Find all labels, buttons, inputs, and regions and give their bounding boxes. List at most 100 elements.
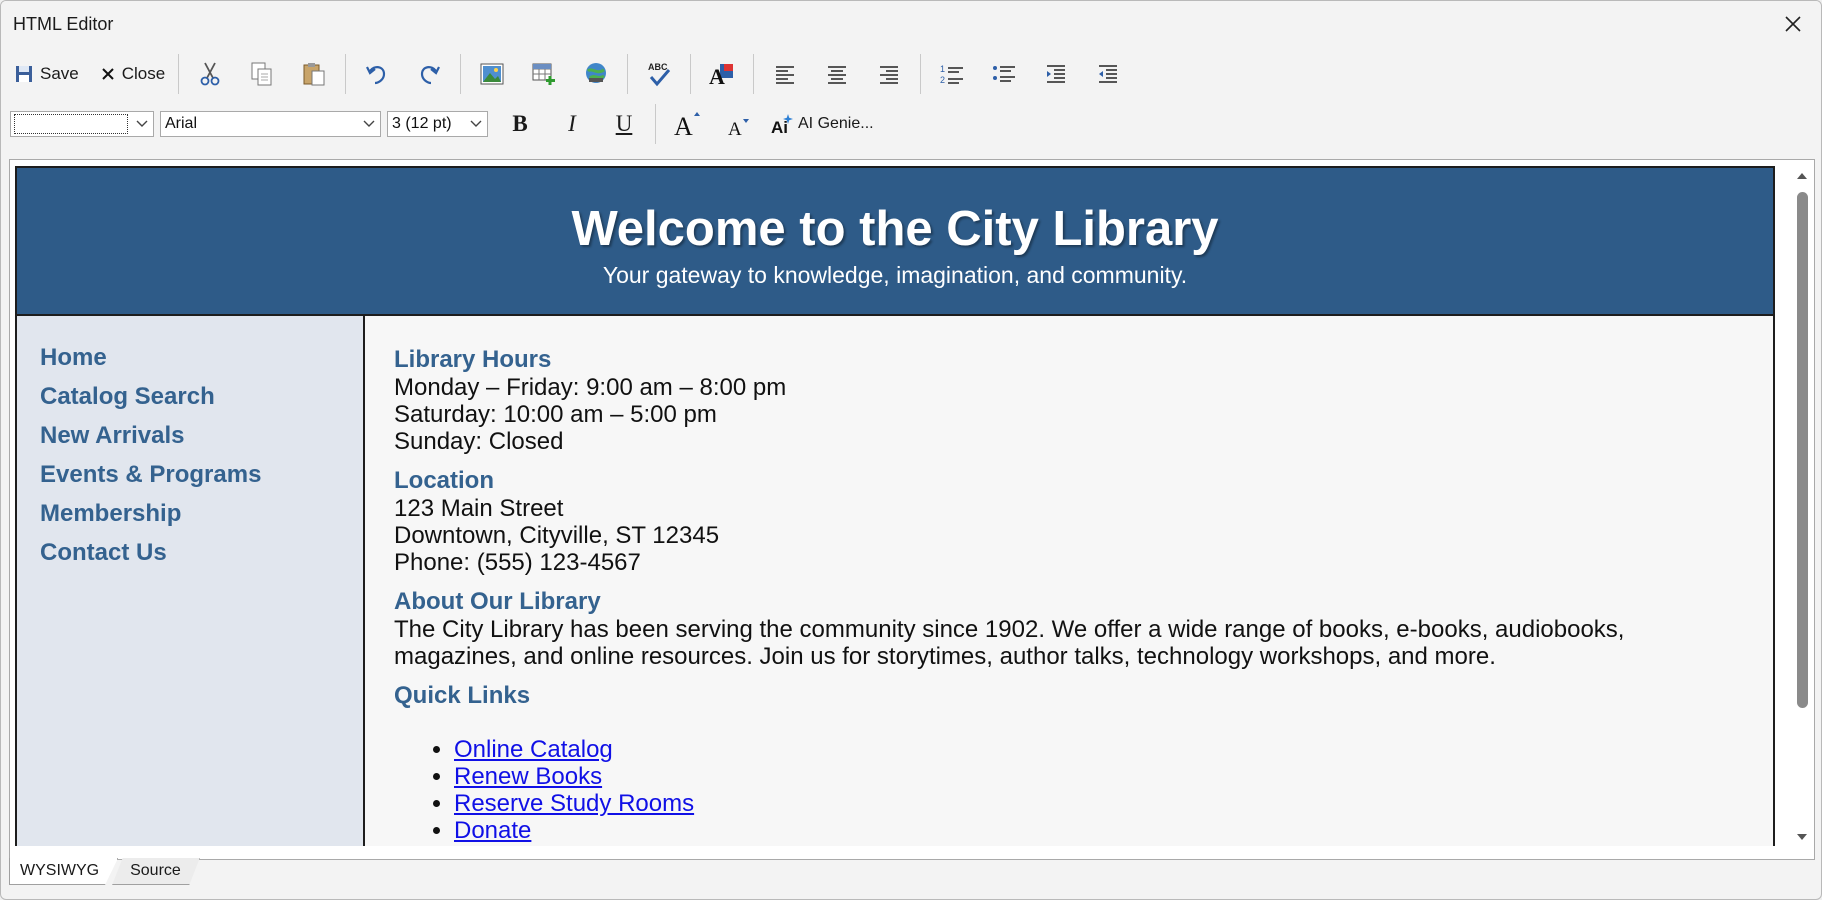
- insert-link-icon: [586, 63, 607, 83]
- ai-genie-label: AI Genie...: [798, 115, 874, 132]
- bold-button[interactable]: B: [494, 105, 546, 143]
- toolbar-separator: [690, 54, 692, 94]
- insert-table-button[interactable]: [518, 55, 570, 93]
- nav-link-membership[interactable]: Membership: [40, 494, 363, 533]
- scroll-down-icon[interactable]: [1795, 830, 1809, 844]
- increase-font-icon: A: [674, 112, 700, 138]
- svg-text:2: 2: [940, 75, 945, 85]
- tab-source[interactable]: Source: [112, 858, 200, 885]
- location-heading: Location: [394, 467, 494, 494]
- align-left-icon: [776, 66, 795, 84]
- ai-genie-button[interactable]: Ai AI Genie...: [765, 105, 880, 143]
- address-line: 123 Main Street: [394, 495, 564, 522]
- main-toolbar: Save Close ABC A 1 2: [1, 51, 1821, 97]
- undo-icon: [366, 66, 386, 85]
- vertical-scrollbar[interactable]: [1792, 166, 1812, 846]
- decrease-font-button[interactable]: A: [713, 105, 765, 143]
- address-line: Downtown, Cityville, ST 12345: [394, 522, 720, 549]
- window-title: HTML Editor: [13, 13, 114, 34]
- italic-button[interactable]: I: [546, 105, 598, 143]
- tab-wysiwyg[interactable]: WYSIWYG: [9, 858, 119, 885]
- close-icon: [1785, 16, 1801, 32]
- list-item: Online Catalog: [454, 736, 1773, 763]
- font-family-select[interactable]: Arial: [160, 111, 381, 137]
- align-center-button[interactable]: [811, 55, 863, 93]
- main-content: Library Hours Monday – Friday: 9:00 am –…: [365, 316, 1773, 846]
- underline-icon: U: [615, 111, 633, 136]
- quick-links-list: Online Catalog Renew Books Reserve Study…: [394, 736, 1773, 844]
- save-button[interactable]: Save: [7, 55, 87, 93]
- wysiwyg-editor[interactable]: Welcome to the City Library Your gateway…: [9, 159, 1815, 860]
- toolbar-separator: [655, 104, 656, 144]
- document-canvas[interactable]: Welcome to the City Library Your gateway…: [15, 166, 1775, 846]
- insert-image-icon: [480, 63, 504, 85]
- numbered-list-button[interactable]: 12: [926, 55, 978, 93]
- text-color-icon: A: [709, 64, 734, 88]
- link-renew-books[interactable]: Renew Books: [454, 763, 602, 790]
- underline-button[interactable]: U: [598, 105, 650, 143]
- chevron-down-icon: [465, 120, 487, 128]
- paste-icon: [303, 63, 325, 86]
- align-left-button[interactable]: [759, 55, 811, 93]
- close-icon: [102, 68, 114, 80]
- svg-text:A: A: [728, 119, 742, 138]
- scrollbar-thumb[interactable]: [1797, 192, 1808, 708]
- about-text: The City Library has been serving the co…: [394, 616, 1625, 670]
- page-title: Welcome to the City Library: [571, 202, 1219, 256]
- insert-table-icon: [532, 63, 556, 85]
- bullet-list-icon: [993, 66, 1016, 82]
- hours-line: Saturday: 10:00 am – 5:00 pm: [394, 401, 717, 428]
- increase-font-button[interactable]: A: [661, 105, 713, 143]
- toolbar-separator: [345, 54, 347, 94]
- redo-button[interactable]: [403, 55, 455, 93]
- close-label: Close: [121, 64, 166, 83]
- html-editor-window: HTML Editor Save Close ABC A 1 2 Arial 3…: [0, 0, 1822, 900]
- insert-link-button[interactable]: [570, 55, 622, 93]
- paragraph-style-select[interactable]: [10, 111, 154, 137]
- chevron-down-icon: [131, 120, 153, 128]
- list-item: Renew Books: [454, 763, 1773, 790]
- link-reserve-study-rooms[interactable]: Reserve Study Rooms: [454, 790, 694, 817]
- location-section: Location 123 Main Street Downtown, Cityv…: [394, 467, 1773, 576]
- close-button[interactable]: Close: [93, 55, 173, 93]
- copy-button[interactable]: [236, 55, 288, 93]
- page-subtitle: Your gateway to knowledge, imagination, …: [602, 262, 1188, 288]
- paste-button[interactable]: [288, 55, 340, 93]
- cut-button[interactable]: [184, 55, 236, 93]
- nav-link-new-arrivals[interactable]: New Arrivals: [40, 416, 363, 455]
- spellcheck-button[interactable]: ABC: [633, 55, 685, 93]
- outdent-button[interactable]: [1082, 55, 1134, 93]
- window-close-button[interactable]: [1775, 6, 1811, 42]
- undo-button[interactable]: [351, 55, 403, 93]
- scroll-up-icon[interactable]: [1795, 168, 1809, 182]
- numbered-list-icon: 12: [940, 64, 964, 85]
- redo-icon: [421, 66, 441, 85]
- hours-section: Library Hours Monday – Friday: 9:00 am –…: [394, 346, 1773, 455]
- svg-text:ABC: ABC: [648, 62, 668, 72]
- bullet-list-button[interactable]: [978, 55, 1030, 93]
- phone-line: Phone: (555) 123-4567: [394, 549, 641, 576]
- link-online-catalog[interactable]: Online Catalog: [454, 736, 613, 763]
- cut-icon: [200, 62, 220, 86]
- nav-link-home[interactable]: Home: [40, 338, 363, 377]
- about-section: About Our Library The City Library has b…: [394, 588, 1773, 670]
- paragraph-style-value: [14, 114, 128, 134]
- svg-text:1: 1: [940, 64, 945, 74]
- nav-link-catalog-search[interactable]: Catalog Search: [40, 377, 363, 416]
- indent-button[interactable]: [1030, 55, 1082, 93]
- toolbar-separator: [753, 54, 755, 94]
- svg-text:A: A: [674, 112, 693, 138]
- font-size-select[interactable]: 3 (12 pt): [387, 111, 488, 137]
- toolbar-separator: [920, 54, 922, 94]
- bold-icon: B: [512, 111, 528, 136]
- nav-link-contact-us[interactable]: Contact Us: [40, 533, 363, 572]
- list-item: Reserve Study Rooms: [454, 790, 1773, 817]
- spellcheck-icon: ABC: [648, 62, 671, 87]
- link-donate[interactable]: Donate: [454, 817, 531, 844]
- align-right-button[interactable]: [863, 55, 915, 93]
- hours-heading: Library Hours: [394, 346, 552, 373]
- hours-line: Monday – Friday: 9:00 am – 8:00 pm: [394, 374, 787, 401]
- nav-link-events-programs[interactable]: Events & Programs: [40, 455, 363, 494]
- text-color-button[interactable]: A: [696, 55, 748, 93]
- insert-image-button[interactable]: [466, 55, 518, 93]
